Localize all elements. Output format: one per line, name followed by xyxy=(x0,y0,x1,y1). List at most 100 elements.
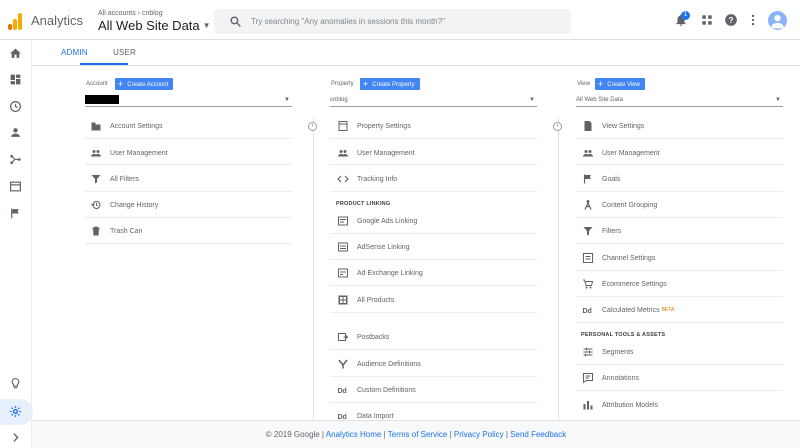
custom-definitions-link[interactable]: Dd Custom Definitions xyxy=(337,382,416,398)
account-user-management-link[interactable]: User Management xyxy=(90,145,168,161)
property-settings-link[interactable]: Property Settings xyxy=(337,118,411,134)
admin-gear-icon[interactable] xyxy=(9,405,22,418)
segments-icon xyxy=(583,347,593,357)
plus-icon: + xyxy=(363,79,369,89)
dd-icon: Dd xyxy=(338,388,347,395)
svg-text:Dd: Dd xyxy=(338,388,347,395)
property-selector[interactable]: cnblog ▼ xyxy=(330,94,537,107)
filter-icon xyxy=(583,227,593,236)
footer-link-terms[interactable]: Terms of Service xyxy=(388,430,448,439)
create-account-button[interactable]: + Create Account xyxy=(115,78,174,90)
dropdown-arrow-icon: ▼ xyxy=(529,97,535,103)
footer-link-privacy[interactable]: Privacy Policy xyxy=(454,430,504,439)
annotations-link[interactable]: Annotations xyxy=(582,370,639,386)
conversions-flag-icon[interactable] xyxy=(9,207,22,220)
create-view-button[interactable]: + Create View xyxy=(595,78,645,90)
column-divider xyxy=(313,118,314,420)
menu-item-label: Calculated Metrics xyxy=(602,306,660,314)
beta-badge: BETA xyxy=(661,307,675,313)
products-icon xyxy=(338,295,348,305)
property-view-selector[interactable]: All Web Site Data ▼ xyxy=(98,18,211,33)
google-ads-linking-link[interactable]: Google Ads Linking xyxy=(337,213,417,229)
menu-item-label: View Settings xyxy=(602,122,645,130)
view-filters-link[interactable]: Filters xyxy=(582,223,621,239)
menu-item-label: Tracking Info xyxy=(357,175,398,183)
collapse-column-icon[interactable]: ‹ xyxy=(553,122,562,131)
help-icon[interactable]: ? xyxy=(724,13,738,27)
calculated-metrics-link[interactable]: Dd Calculated Metrics BETA xyxy=(582,302,675,318)
menu-item-label: Filters xyxy=(602,227,622,235)
ad-exchange-linking-link[interactable]: Ad Exchange Linking xyxy=(337,265,423,281)
menu-item-label: Segments xyxy=(602,348,634,356)
expand-chevron-icon[interactable] xyxy=(9,431,22,444)
goals-link[interactable]: Goals xyxy=(582,171,620,187)
menu-item-label: All Filters xyxy=(110,175,139,183)
menu-item-label: Ad Exchange Linking xyxy=(357,269,423,277)
adsense-icon xyxy=(338,242,348,252)
tab-user[interactable]: USER xyxy=(113,48,136,57)
tracking-info-link[interactable]: Tracking Info xyxy=(337,171,397,187)
app-name[interactable]: Analytics xyxy=(31,13,83,28)
search-icon xyxy=(230,16,241,27)
account-selector[interactable]: ▼ xyxy=(85,94,292,107)
channel-settings-link[interactable]: Channel Settings xyxy=(582,250,655,266)
grouping-icon xyxy=(584,200,592,210)
view-settings-link[interactable]: View Settings xyxy=(582,118,644,134)
realtime-clock-icon[interactable] xyxy=(9,100,22,113)
search-bar[interactable]: Try searching "Any anomalies in sessions… xyxy=(214,9,571,34)
view-column: View + Create View All Web Site Data ▼ Vi… xyxy=(576,66,788,420)
menu-item-label: User Management xyxy=(357,149,415,157)
all-products-link[interactable]: All Products xyxy=(337,292,394,308)
active-tab-indicator xyxy=(80,63,128,65)
attribution-models-link[interactable]: Attribution Models xyxy=(582,397,658,413)
caret-down-icon: ▼ xyxy=(202,21,211,30)
acquisition-icon[interactable] xyxy=(9,153,22,166)
menu-item-label: Channel Settings xyxy=(602,254,656,262)
svg-text:?: ? xyxy=(729,16,734,25)
menu-item-label: Account Settings xyxy=(110,122,163,130)
analytics-logo-icon[interactable] xyxy=(8,12,22,30)
view-selector[interactable]: All Web Site Data ▼ xyxy=(576,94,783,107)
footer-link-analytics-home[interactable]: Analytics Home xyxy=(326,430,382,439)
menu-item-label: Data Import xyxy=(357,412,394,420)
segments-link[interactable]: Segments xyxy=(582,344,634,360)
content-grouping-link[interactable]: Content Grouping xyxy=(582,197,657,213)
change-history-link[interactable]: Change History xyxy=(90,197,158,213)
collapse-column-icon[interactable]: ‹ xyxy=(308,122,317,131)
account-column: Account + Create Account ▼ Account Settin… xyxy=(85,66,297,420)
apps-grid-icon[interactable] xyxy=(700,13,714,27)
view-label: View xyxy=(577,81,590,87)
ecommerce-settings-link[interactable]: Ecommerce Settings xyxy=(582,276,667,292)
trash-can-link[interactable]: Trash Can xyxy=(90,223,142,239)
discover-lightbulb-icon[interactable] xyxy=(9,377,22,390)
history-icon xyxy=(91,201,101,209)
audience-person-icon[interactable] xyxy=(9,126,22,139)
bar-chart-icon xyxy=(583,401,593,410)
more-vert-icon[interactable] xyxy=(746,13,760,27)
users-icon xyxy=(583,150,593,157)
postbacks-link[interactable]: Postbacks xyxy=(337,329,389,345)
audience-definitions-link[interactable]: Audience Definitions xyxy=(337,356,421,372)
avatar[interactable] xyxy=(768,11,787,30)
breadcrumb[interactable]: All accounts › cnblog xyxy=(98,10,163,17)
create-property-button[interactable]: + Create Property xyxy=(360,78,420,90)
menu-item-label: AdSense Linking xyxy=(357,243,410,251)
plus-icon: + xyxy=(118,79,124,89)
tab-admin[interactable]: ADMIN xyxy=(61,48,88,57)
view-selected-value: All Web Site Data xyxy=(576,97,623,103)
dropdown-arrow-icon: ▼ xyxy=(775,97,781,103)
adsense-linking-link[interactable]: AdSense Linking xyxy=(337,239,410,255)
ad-exchange-icon xyxy=(338,268,348,278)
cart-icon xyxy=(583,279,594,289)
customization-icon[interactable] xyxy=(9,73,22,86)
view-user-management-link[interactable]: User Management xyxy=(582,145,660,161)
footer-link-feedback[interactable]: Send Feedback xyxy=(510,430,566,439)
account-settings-link[interactable]: Account Settings xyxy=(90,118,163,134)
property-column: Property + Create Property cnblog ▼ Prope… xyxy=(330,66,542,421)
home-icon[interactable] xyxy=(9,47,22,60)
behavior-icon[interactable] xyxy=(9,180,22,193)
redacted-account-name xyxy=(85,95,119,104)
product-linking-heading: PRODUCT LINKING xyxy=(336,201,391,207)
all-filters-link[interactable]: All Filters xyxy=(90,171,139,187)
property-user-management-link[interactable]: User Management xyxy=(337,145,415,161)
